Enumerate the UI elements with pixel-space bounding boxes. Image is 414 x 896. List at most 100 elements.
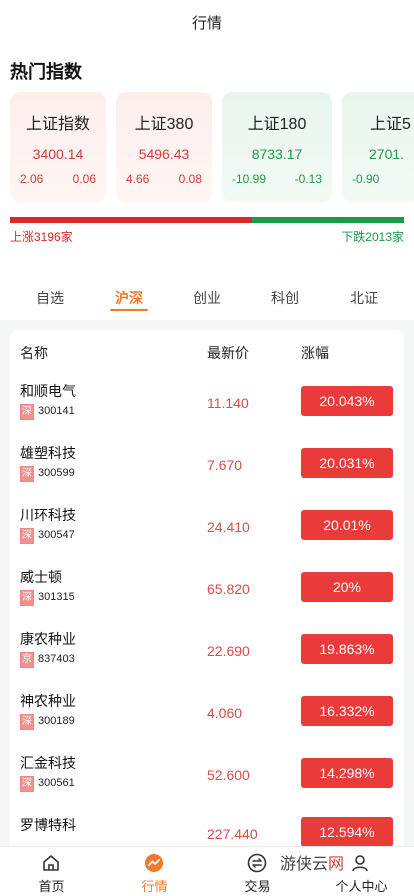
stock-code: 300547: [38, 529, 75, 541]
stock-row[interactable]: 雄塑科技 深 300599 7.670 20.031%: [10, 434, 404, 496]
market-badge: 深: [20, 776, 34, 792]
change-badge: 19.863%: [301, 634, 393, 664]
index-card-sh380[interactable]: 上证380 5496.43 4.66 0.08: [116, 92, 212, 202]
stock-code: 300189: [38, 715, 75, 727]
tab-bse[interactable]: 北证: [334, 288, 394, 308]
market-icon: [145, 854, 163, 872]
breadth-up-bar: [10, 217, 252, 223]
watermark: 游侠云网: [276, 850, 349, 873]
stock-price: 24.410: [207, 519, 250, 535]
stock-price: 11.140: [207, 395, 249, 411]
header-name: 名称: [20, 345, 48, 361]
stock-name: 和顺电气: [20, 383, 76, 399]
stock-row[interactable]: 威士顿 深 301315 65.820 20%: [10, 558, 404, 620]
header-change: 涨幅: [301, 345, 329, 361]
hot-index-title: 热门指数: [10, 62, 82, 82]
top-panel: 行情 热门指数 上证指数 3400.14 2.06 0.06 上证380 549…: [0, 0, 414, 320]
breadth-down-label: 下跌2013家: [341, 230, 404, 244]
change-badge: 20.031%: [301, 448, 393, 478]
stock-row[interactable]: 罗博特科 227.440 12.594%: [10, 806, 404, 850]
tabbar-label: 交易: [244, 879, 271, 894]
market-badge: 深: [20, 590, 34, 606]
stock-name: 雄塑科技: [20, 445, 76, 461]
index-value: 2701.: [369, 146, 405, 162]
index-value: 5496.43: [138, 146, 190, 162]
active-tab-indicator: [110, 309, 148, 311]
market-badge: 深: [20, 466, 34, 482]
stock-price: 7.670: [207, 457, 243, 473]
stock-code: 301315: [38, 591, 75, 603]
index-value: 3400.14: [32, 146, 84, 162]
tabbar-label: 行情: [141, 879, 168, 894]
page-title: 行情: [191, 15, 222, 32]
change-badge: 12.594%: [301, 817, 393, 847]
tabbar-label: 首页: [38, 879, 65, 894]
change-badge: 20.01%: [301, 510, 393, 540]
index-percent: 0.06: [72, 172, 96, 186]
stock-code: 300561: [38, 777, 75, 789]
breadth-up-label: 上涨3196家: [10, 230, 73, 244]
profile-icon: [352, 855, 368, 872]
index-percent: -0.13: [294, 172, 322, 186]
index-change: 4.66: [126, 172, 150, 186]
stock-row[interactable]: 川环科技 深 300547 24.410 20.01%: [10, 496, 404, 558]
stock-price: 52.600: [207, 767, 250, 783]
stock-row[interactable]: 康农种业 京 837403 22.690 19.863%: [10, 620, 404, 682]
stock-price: 4.060: [207, 705, 243, 721]
index-name: 上证5: [370, 116, 411, 133]
change-badge: 20.043%: [301, 386, 393, 416]
market-badge: 深: [20, 404, 34, 420]
stock-price: 65.820: [207, 581, 250, 597]
stock-name: 神农种业: [20, 693, 76, 709]
stock-name: 康农种业: [20, 631, 76, 647]
index-change: 2.06: [20, 172, 44, 186]
index-change: -0.90: [352, 172, 380, 186]
tabbar-market[interactable]: 行情: [103, 847, 206, 896]
watermark-text: 游侠云: [280, 856, 329, 873]
market-breadth-bar: [10, 217, 404, 223]
tab-watchlist[interactable]: 自选: [20, 288, 80, 308]
list-header: 名称 最新价 涨幅: [10, 330, 404, 372]
stock-code: 300599: [38, 467, 75, 479]
tab-hushen[interactable]: 沪深: [99, 288, 159, 308]
market-badge: 京: [20, 652, 34, 668]
header-price: 最新价: [207, 345, 249, 361]
tab-chinext[interactable]: 创业: [177, 288, 237, 308]
index-change: -10.99: [232, 172, 267, 186]
stock-price: 22.690: [207, 643, 250, 659]
stock-name: 威士顿: [20, 569, 62, 585]
change-badge: 14.298%: [301, 758, 393, 788]
tabbar-home[interactable]: 首页: [0, 847, 103, 896]
home-icon: [43, 855, 59, 871]
index-card-sh50[interactable]: 上证5 2701. -0.90: [342, 92, 414, 202]
index-name: 上证380: [134, 116, 194, 133]
index-name: 上证180: [247, 116, 307, 133]
tab-star-market[interactable]: 科创: [255, 288, 315, 308]
stock-row[interactable]: 和顺电气 深 300141 11.140 20.043%: [10, 372, 404, 434]
stock-code: 300141: [38, 405, 75, 417]
stock-code: 837403: [38, 653, 75, 665]
bottom-tab-bar: 首页 行情 交易 个人中心: [0, 846, 414, 896]
index-name: 上证指数: [25, 116, 90, 133]
index-card-sh180[interactable]: 上证180 8733.17 -10.99 -0.13: [222, 92, 332, 202]
index-card-sh[interactable]: 上证指数 3400.14 2.06 0.06: [10, 92, 106, 202]
stock-name: 罗博特科: [20, 817, 76, 833]
market-badge: 深: [20, 714, 34, 730]
stock-name: 汇金科技: [20, 755, 76, 771]
market-tabs: 自选 沪深 创业 科创 北证: [10, 280, 404, 316]
index-value: 8733.17: [251, 146, 303, 162]
stock-price: 227.440: [207, 826, 258, 842]
change-badge: 20%: [301, 572, 393, 602]
tabbar-label: 个人中心: [335, 879, 388, 894]
index-cards: 上证指数 3400.14 2.06 0.06 上证380 5496.43 4.6…: [10, 92, 414, 204]
trade-icon: [247, 853, 267, 873]
stock-row[interactable]: 汇金科技 深 300561 52.600 14.298%: [10, 744, 404, 806]
stock-list: 名称 最新价 涨幅 和顺电气 深 300141 11.140 20.043% 雄…: [10, 330, 404, 850]
breadth-down-bar: [252, 217, 404, 223]
market-badge: 深: [20, 528, 34, 544]
watermark-net: 网: [328, 856, 345, 873]
change-badge: 16.332%: [301, 696, 393, 726]
index-percent: 0.08: [178, 172, 202, 186]
stock-row[interactable]: 神农种业 深 300189 4.060 16.332%: [10, 682, 404, 744]
stock-name: 川环科技: [20, 507, 76, 523]
